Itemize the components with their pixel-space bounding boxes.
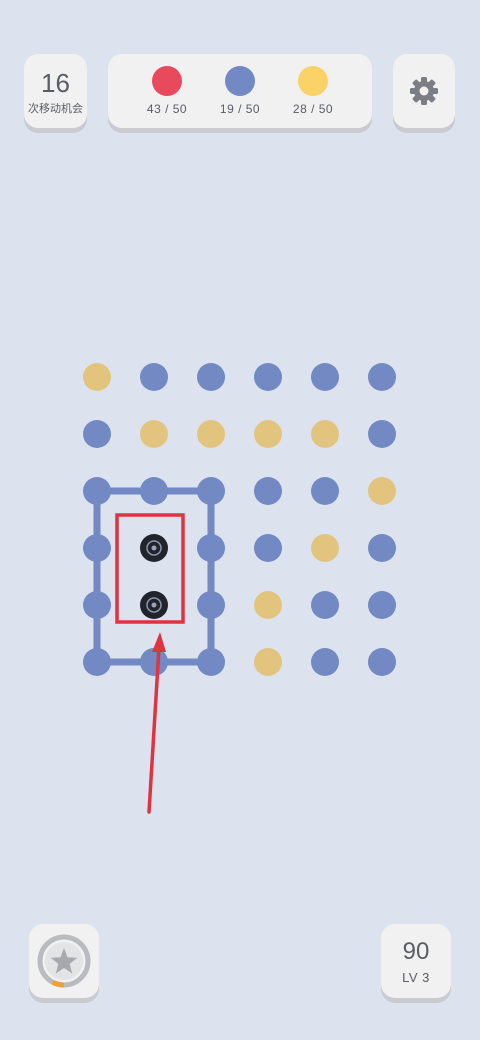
yellow-dot-icon	[298, 66, 328, 96]
blue-dot-r3-c0[interactable]	[83, 534, 111, 562]
game-board[interactable]	[0, 0, 480, 1040]
star-powerup-button[interactable]	[29, 924, 99, 998]
gear-icon	[410, 77, 438, 105]
level-panel: 90 LV 3	[381, 924, 451, 998]
goal-red-progress: 43 / 50	[146, 102, 188, 116]
score: 90	[402, 938, 430, 965]
blue-dot-r5-c4[interactable]	[311, 648, 339, 676]
moves-counter: 16 次移动机会	[24, 54, 87, 128]
blue-dot-r2-c3[interactable]	[254, 477, 282, 505]
star-icon	[37, 934, 91, 988]
settings-button[interactable]	[393, 54, 455, 128]
blue-dot-r0-c3[interactable]	[254, 363, 282, 391]
blue-dot-r1-c5[interactable]	[368, 420, 396, 448]
blue-dot-r0-c1[interactable]	[140, 363, 168, 391]
moves-count: 16	[41, 68, 70, 98]
goal-yellow: 28 / 50	[278, 66, 348, 116]
red-dot-icon	[152, 66, 182, 96]
yellow-dot-r4-c3[interactable]	[254, 591, 282, 619]
blue-dot-r2-c0[interactable]	[83, 477, 111, 505]
hole-dot-r4-c1[interactable]	[140, 591, 168, 619]
blue-dot-r5-c0[interactable]	[83, 648, 111, 676]
yellow-dot-r5-c3[interactable]	[254, 648, 282, 676]
blue-dot-r4-c5[interactable]	[368, 591, 396, 619]
blue-dot-r2-c1[interactable]	[140, 477, 168, 505]
blue-dot-r4-c0[interactable]	[83, 591, 111, 619]
goals-panel: 43 / 50 19 / 50 28 / 50	[108, 54, 372, 128]
hole-dot-r3-c1[interactable]	[140, 534, 168, 562]
blue-dot-r0-c2[interactable]	[197, 363, 225, 391]
blue-dot-r4-c4[interactable]	[311, 591, 339, 619]
yellow-dot-r1-c4[interactable]	[311, 420, 339, 448]
blue-dot-r2-c2[interactable]	[197, 477, 225, 505]
level-label: LV 3	[402, 970, 430, 985]
blue-dot-r5-c2[interactable]	[197, 648, 225, 676]
blue-dot-r1-c0[interactable]	[83, 420, 111, 448]
blue-dot-r3-c3[interactable]	[254, 534, 282, 562]
blue-dot-r3-c5[interactable]	[368, 534, 396, 562]
yellow-dot-r1-c3[interactable]	[254, 420, 282, 448]
blue-dot-r2-c4[interactable]	[311, 477, 339, 505]
loop-connector	[93, 487, 215, 666]
blue-dot-r3-c2[interactable]	[197, 534, 225, 562]
goal-blue: 19 / 50	[205, 66, 275, 116]
yellow-dot-r1-c1[interactable]	[140, 420, 168, 448]
goal-blue-progress: 19 / 50	[219, 102, 261, 116]
blue-dot-r5-c5[interactable]	[368, 648, 396, 676]
yellow-dot-r3-c4[interactable]	[311, 534, 339, 562]
moves-label: 次移动机会	[28, 102, 83, 115]
goal-yellow-progress: 28 / 50	[292, 102, 334, 116]
goal-red: 43 / 50	[132, 66, 202, 116]
blue-dot-r0-c5[interactable]	[368, 363, 396, 391]
blue-dot-r5-c1[interactable]	[140, 648, 168, 676]
blue-dot-icon	[225, 66, 255, 96]
star-progress-arc	[51, 980, 65, 988]
yellow-dot-r1-c2[interactable]	[197, 420, 225, 448]
yellow-dot-r2-c5[interactable]	[368, 477, 396, 505]
blue-dot-r0-c4[interactable]	[311, 363, 339, 391]
blue-dot-r4-c2[interactable]	[197, 591, 225, 619]
yellow-dot-r0-c0[interactable]	[83, 363, 111, 391]
